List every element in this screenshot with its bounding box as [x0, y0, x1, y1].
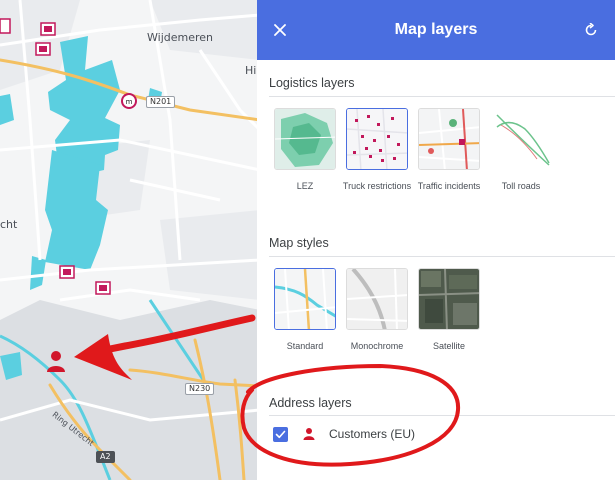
road-shield-n230: N230	[185, 383, 215, 395]
layer-tile-traffic-incidents[interactable]: Traffic incidents	[418, 108, 480, 193]
place-label-partial-right: Hi	[245, 64, 257, 77]
layer-tile-truck-restrictions[interactable]: Truck restrictions	[343, 108, 411, 193]
address-layer-customers-eu[interactable]: Customers (EU)	[273, 424, 415, 444]
reset-button[interactable]	[577, 16, 605, 44]
place-label-partial-left: cht	[0, 218, 18, 231]
road-shield-n201: N201	[146, 96, 176, 108]
monochrome-style-thumbnail	[346, 268, 408, 330]
tile-label: LEZ	[296, 181, 314, 191]
refresh-icon	[585, 23, 597, 36]
close-button[interactable]	[266, 16, 294, 44]
section-divider	[269, 415, 615, 416]
svg-text:m: m	[126, 98, 133, 106]
person-pin-icon	[302, 427, 316, 441]
truck-restriction-icon	[0, 18, 11, 34]
checkmark-icon	[275, 430, 286, 438]
style-tile-satellite[interactable]: Satellite	[418, 268, 480, 353]
tile-label: Toll roads	[501, 181, 541, 191]
lez-thumbnail	[274, 108, 336, 170]
tile-label: Traffic incidents	[417, 181, 481, 191]
section-title-logistics: Logistics layers	[269, 76, 355, 90]
truck-restrictions-thumbnail	[346, 108, 408, 170]
panel-title: Map layers	[394, 21, 478, 38]
tile-label: Monochrome	[350, 341, 404, 351]
section-divider	[269, 256, 615, 257]
layer-tile-toll-roads[interactable]: Toll roads	[490, 108, 552, 193]
section-title-map-styles: Map styles	[269, 236, 329, 250]
customers-checkbox[interactable]	[273, 426, 288, 442]
satellite-style-thumbnail	[418, 268, 480, 330]
tile-label: Standard	[286, 341, 324, 351]
truck-restriction-icon	[59, 265, 75, 279]
map-layers-panel: Map layers Logistics layers LEZ Truck re…	[257, 0, 615, 480]
address-layer-label: Customers (EU)	[329, 427, 416, 441]
truck-restriction-icon	[35, 42, 51, 56]
tile-label: Satellite	[432, 341, 466, 351]
close-icon	[274, 24, 286, 36]
place-label-wijdemeren: Wijdemeren	[147, 31, 213, 44]
traffic-incidents-thumbnail	[418, 108, 480, 170]
toll-roads-thumbnail	[490, 108, 552, 170]
standard-style-thumbnail	[274, 268, 336, 330]
section-divider	[269, 96, 615, 97]
no-entry-sign-icon: m	[121, 93, 137, 109]
layer-tile-lez[interactable]: LEZ	[274, 108, 336, 193]
truck-restriction-icon	[40, 22, 56, 36]
style-tile-monochrome[interactable]: Monochrome	[346, 268, 408, 353]
style-tile-standard[interactable]: Standard	[274, 268, 336, 353]
tile-label: Truck restrictions	[342, 181, 412, 191]
panel-header: Map layers	[257, 0, 615, 60]
road-shield-a2: A2	[96, 451, 115, 463]
truck-restriction-icon	[95, 281, 111, 295]
section-title-address-layers: Address layers	[269, 396, 352, 410]
